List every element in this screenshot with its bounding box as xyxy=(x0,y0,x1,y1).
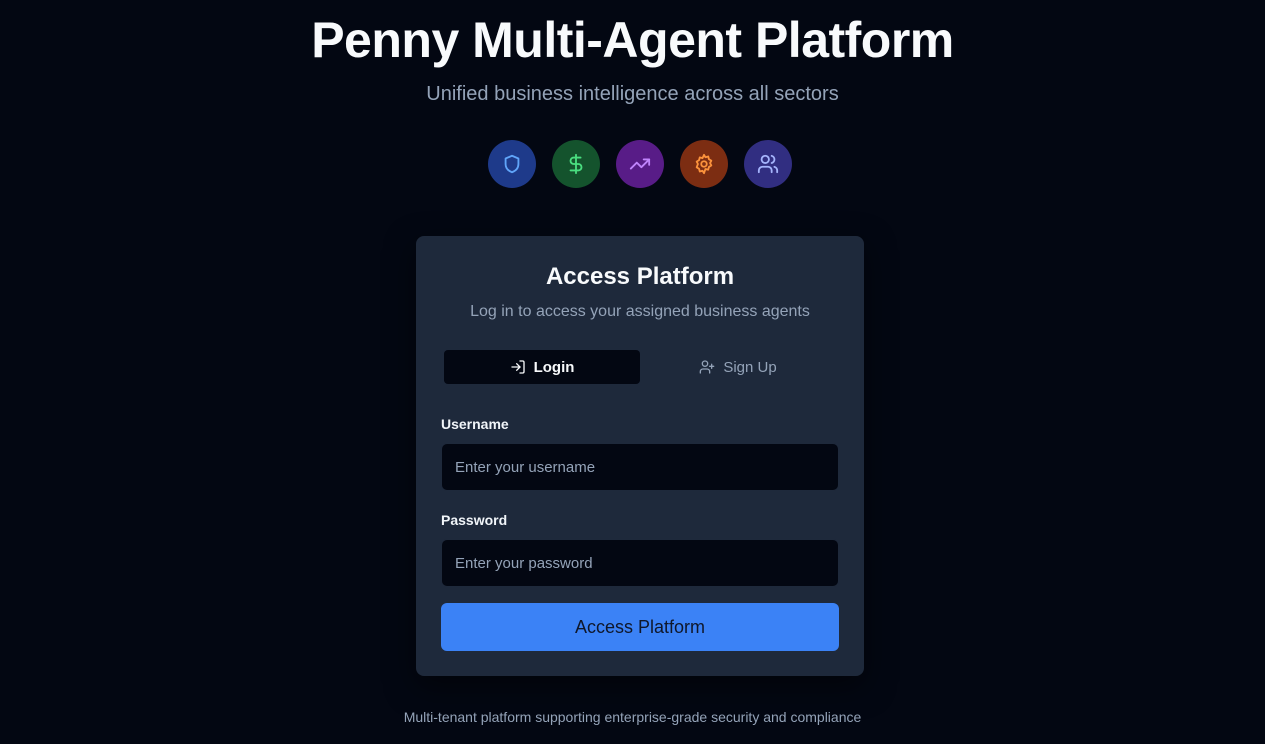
auth-tabs: Login Sign Up xyxy=(444,350,836,384)
username-label: Username xyxy=(441,416,509,432)
access-platform-button[interactable]: Access Platform xyxy=(441,603,839,651)
card-subtitle: Log in to access your assigned business … xyxy=(470,303,810,320)
login-page: Penny Multi-Agent Platform Unified busin… xyxy=(0,0,1265,744)
tab-sign-up[interactable]: Sign Up xyxy=(640,350,836,384)
gear-icon xyxy=(695,153,713,175)
tab-login-label: Login xyxy=(533,358,575,376)
footer-note: Multi-tenant platform supporting enterpr… xyxy=(403,709,862,725)
shield-icon xyxy=(504,154,520,174)
growth-sector-badge xyxy=(616,140,664,188)
card-title: Access Platform xyxy=(545,263,735,290)
sector-icon-row xyxy=(488,140,792,188)
security-sector-badge xyxy=(488,140,536,188)
page-title: Penny Multi-Agent Platform xyxy=(311,12,954,68)
page-subtitle: Unified business intelligence across all… xyxy=(426,83,839,105)
password-input[interactable] xyxy=(441,539,839,587)
tab-login[interactable]: Login xyxy=(444,350,640,384)
password-label: Password xyxy=(441,512,508,528)
users-icon xyxy=(757,154,779,174)
tab-sign-up-label: Sign Up xyxy=(723,358,777,376)
trending-up-icon xyxy=(629,158,651,170)
username-input[interactable] xyxy=(441,443,839,491)
operations-sector-badge xyxy=(680,140,728,188)
login-card: Access Platform Log in to access your as… xyxy=(416,236,864,676)
finance-sector-badge xyxy=(552,140,600,188)
log-in-icon xyxy=(510,360,525,374)
team-sector-badge xyxy=(744,140,792,188)
dollar-icon xyxy=(569,153,583,175)
user-plus-icon xyxy=(699,360,715,374)
